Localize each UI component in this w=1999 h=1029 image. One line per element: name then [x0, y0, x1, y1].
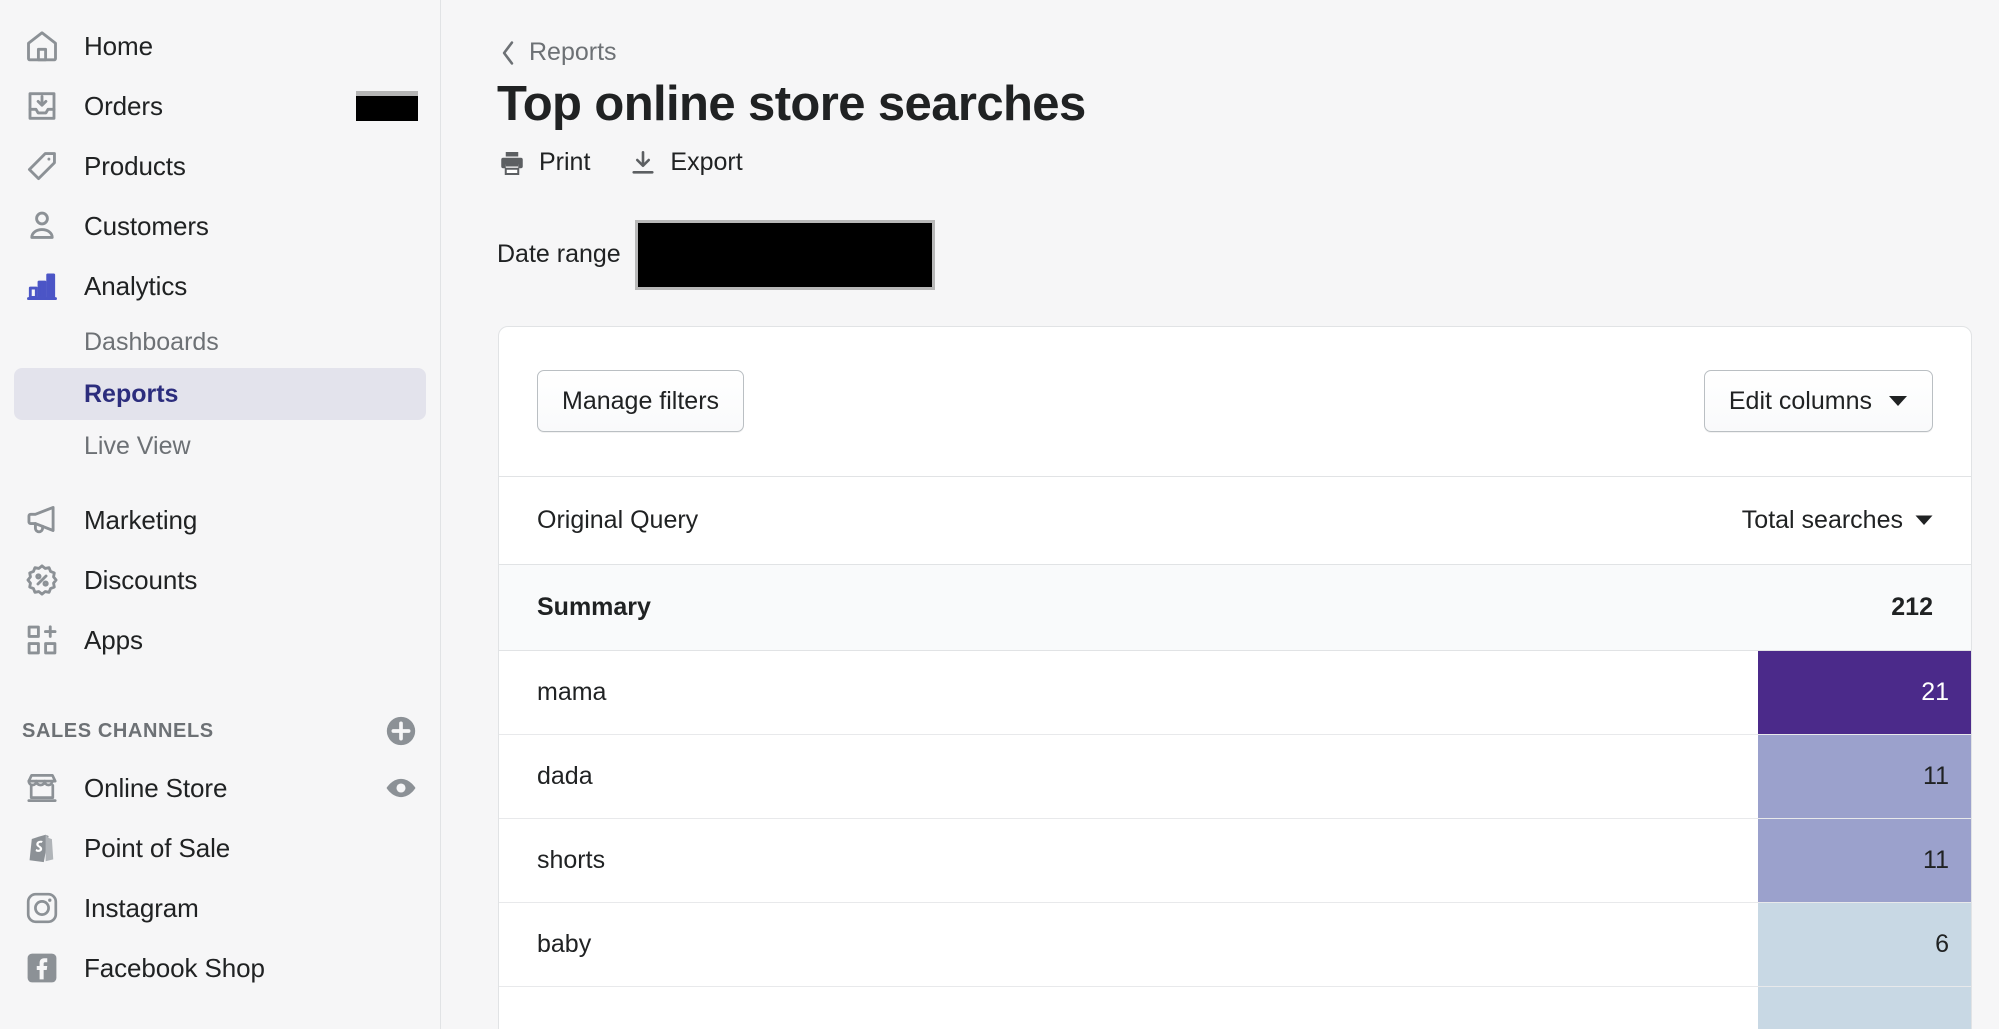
sidebar-item-live-view[interactable]: Live View	[14, 420, 426, 472]
caret-down-icon	[1915, 514, 1933, 526]
orders-inbox-icon	[22, 86, 62, 126]
report-table: Original Query Total searches Summary 21…	[499, 477, 1971, 1029]
print-button[interactable]: Print	[497, 148, 590, 178]
sidebar-item-reports[interactable]: Reports	[14, 368, 426, 420]
sidebar-item-label: Online Store	[84, 773, 227, 804]
row-query-label: dada	[499, 735, 1758, 818]
column-header-original-query[interactable]: Original Query	[537, 506, 698, 535]
sidebar-item-analytics[interactable]: Analytics	[0, 256, 440, 316]
eye-icon[interactable]	[384, 771, 418, 805]
table-header-row: Original Query Total searches	[499, 477, 1971, 565]
customer-person-icon	[22, 206, 62, 246]
table-row[interactable]: mama21	[499, 651, 1971, 735]
table-row[interactable]: shorts11	[499, 819, 1971, 903]
megaphone-icon	[22, 500, 62, 540]
sidebar-item-label: Analytics	[84, 271, 187, 302]
sidebar-item-apps[interactable]: Apps	[0, 610, 440, 670]
table-row[interactable]	[499, 987, 1971, 1029]
row-query-label: baby	[499, 903, 1758, 986]
row-value-bar: 21	[1758, 651, 1971, 734]
chevron-left-icon	[497, 40, 519, 66]
sidebar-item-instagram[interactable]: Instagram	[0, 878, 440, 938]
sidebar-item-label: Customers	[84, 211, 209, 242]
orders-count-badge-redacted	[356, 91, 418, 121]
download-icon	[628, 148, 658, 178]
column-header-total-searches[interactable]: Total searches	[1742, 506, 1933, 535]
table-row[interactable]: baby6	[499, 903, 1971, 987]
shopify-bag-icon	[22, 828, 62, 868]
report-card: Manage filters Edit columns Original Que…	[498, 326, 1972, 1029]
date-range-filter: Date range	[497, 220, 1943, 290]
sidebar-item-label: Discounts	[84, 565, 197, 596]
storefront-icon	[22, 768, 62, 808]
row-query-label: mama	[499, 651, 1758, 734]
app-root: Home Orders Products	[0, 0, 1999, 1029]
row-value-bar: 11	[1758, 819, 1971, 902]
row-query-label: shorts	[499, 819, 1758, 902]
sidebar-item-marketing[interactable]: Marketing	[0, 490, 440, 550]
date-range-picker-redacted[interactable]	[635, 220, 935, 290]
manage-filters-button[interactable]: Manage filters	[537, 370, 744, 432]
sidebar-item-point-of-sale[interactable]: Point of Sale	[0, 818, 440, 878]
column-header-total-searches-label: Total searches	[1742, 506, 1903, 535]
print-label: Print	[539, 148, 590, 177]
date-range-label: Date range	[497, 240, 621, 269]
sidebar-item-label: Home	[84, 31, 153, 62]
sidebar-item-label: Facebook Shop	[84, 953, 265, 984]
sidebar-item-orders[interactable]: Orders	[0, 76, 440, 136]
edit-columns-button[interactable]: Edit columns	[1704, 370, 1933, 432]
discount-percent-icon	[22, 560, 62, 600]
page-actions: Print Export	[497, 148, 1943, 178]
sidebar-subitem-label: Reports	[84, 380, 178, 409]
sidebar: Home Orders Products	[0, 0, 441, 1029]
row-value-bar	[1758, 987, 1971, 1029]
sidebar-item-customers[interactable]: Customers	[0, 196, 440, 256]
instagram-icon	[22, 888, 62, 928]
sidebar-item-online-store[interactable]: Online Store	[0, 758, 440, 818]
sidebar-subitem-label: Dashboards	[84, 328, 219, 357]
analytics-bars-icon	[22, 266, 62, 306]
sidebar-item-label: Products	[84, 151, 186, 182]
sidebar-item-label: Point of Sale	[84, 833, 230, 864]
export-button[interactable]: Export	[628, 148, 742, 178]
apps-grid-plus-icon	[22, 620, 62, 660]
card-toolbar: Manage filters Edit columns	[499, 327, 1971, 477]
sidebar-subitem-label: Live View	[84, 432, 191, 461]
breadcrumb[interactable]: Reports	[497, 38, 1943, 67]
sidebar-item-label: Instagram	[84, 893, 199, 924]
printer-icon	[497, 148, 527, 178]
export-label: Export	[670, 148, 742, 177]
sales-channels-title: SALES CHANNELS	[22, 720, 214, 743]
main-content: Reports Top online store searches Pr	[441, 0, 1999, 1029]
row-value-bar: 11	[1758, 735, 1971, 818]
product-tag-icon	[22, 146, 62, 186]
breadcrumb-label: Reports	[529, 38, 617, 67]
sidebar-item-home[interactable]: Home	[0, 16, 440, 76]
home-icon	[22, 26, 62, 66]
sidebar-item-label: Orders	[84, 91, 163, 122]
page-title: Top online store searches	[497, 77, 1943, 132]
table-row[interactable]: dada11	[499, 735, 1971, 819]
table-body: mama21dada11shorts11baby6	[499, 651, 1971, 1029]
sidebar-item-label: Marketing	[84, 505, 197, 536]
sales-channels-header: SALES CHANNELS	[0, 704, 440, 758]
sidebar-item-dashboards[interactable]: Dashboards	[14, 316, 426, 368]
sidebar-item-label: Apps	[84, 625, 143, 656]
sidebar-item-facebook-shop[interactable]: Facebook Shop	[0, 938, 440, 998]
summary-value: 212	[1891, 593, 1933, 622]
row-value-bar: 6	[1758, 903, 1971, 986]
sidebar-item-products[interactable]: Products	[0, 136, 440, 196]
sidebar-spacer	[0, 472, 440, 490]
row-query-label	[499, 987, 1758, 1029]
plus-circle-icon[interactable]	[384, 714, 418, 748]
facebook-icon	[22, 948, 62, 988]
sidebar-item-discounts[interactable]: Discounts	[0, 550, 440, 610]
edit-columns-label: Edit columns	[1729, 387, 1872, 416]
chevron-down-icon	[1888, 394, 1908, 408]
summary-label: Summary	[537, 593, 651, 622]
table-summary-row: Summary 212	[499, 565, 1971, 651]
